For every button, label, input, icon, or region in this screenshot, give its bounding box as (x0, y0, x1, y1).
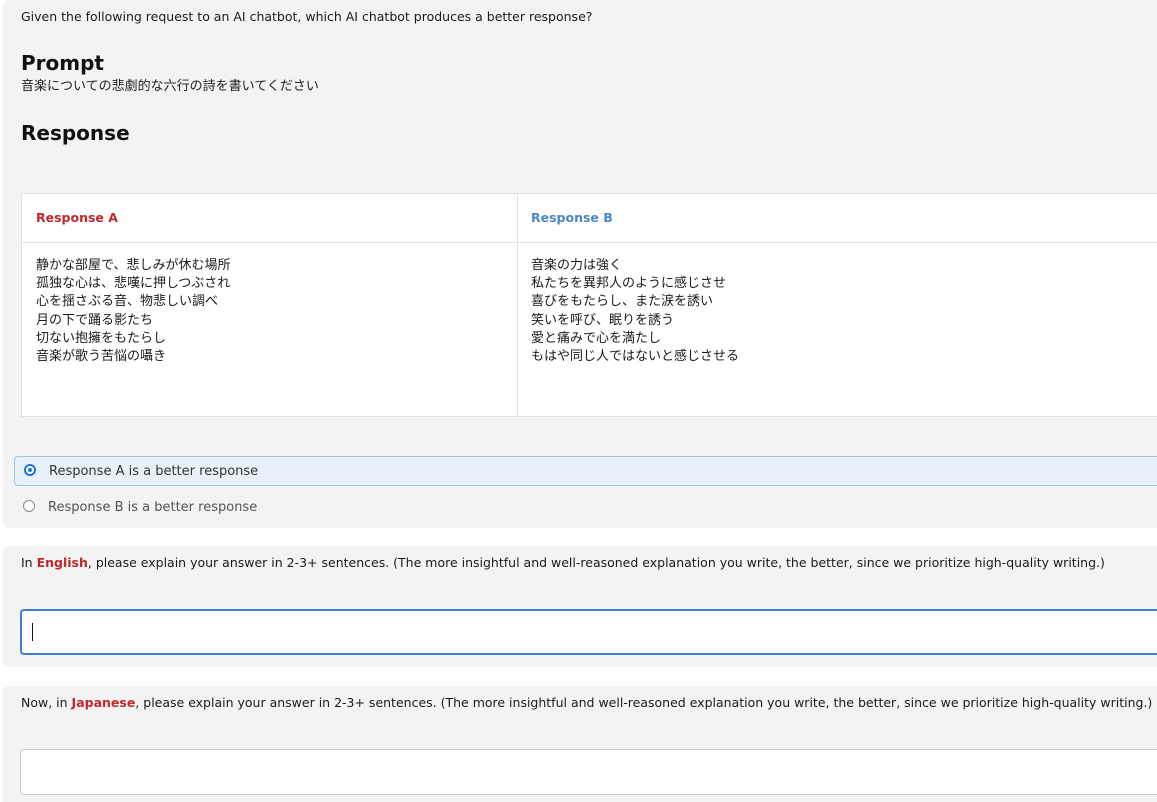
instruction-suffix: , please explain your answer in 2-3+ sen… (87, 555, 1105, 570)
response-a-line: 静かな部屋で、悲しみが休む場所 (36, 258, 231, 273)
instruction-prefix: In (21, 555, 37, 570)
response-a-column: Response A 静かな部屋で、悲しみが休む場所 孤独な心は、悲嘆に押しつぶ… (22, 194, 518, 416)
instruction-prefix: Now, in (21, 695, 72, 710)
japanese-explanation-instruction: Now, in Japanese, please explain your an… (21, 695, 1152, 710)
japanese-explanation-input[interactable] (20, 749, 1157, 795)
response-b-line: 愛と痛みで心を満たし (531, 330, 662, 346)
response-comparison-table: Response A 静かな部屋で、悲しみが休む場所 孤独な心は、悲嘆に押しつぶ… (21, 193, 1157, 417)
response-b-line: 私たちを異邦人のように感じさせ (531, 276, 727, 292)
response-a-text: 静かな部屋で、悲しみが休む場所 孤独な心は、悲嘆に押しつぶされ 心を揺さぶる音、… (22, 243, 517, 366)
page: Given the following request to an AI cha… (0, 0, 1157, 802)
radio-unselected-icon[interactable] (23, 500, 35, 512)
response-b-label: Response B (517, 194, 1157, 243)
option-b-label: Response B is a better response (48, 500, 258, 515)
option-response-b-better[interactable]: Response B is a better response (14, 492, 1157, 522)
response-a-line: 心を揺さぶる音、物悲しい調べ (36, 294, 219, 310)
response-b-line: 喜びをもたらし、また涙を誘い (531, 294, 714, 310)
response-b-text: 音楽の力は強く 私たちを異邦人のように感じさせ 喜びをもたらし、また涙を誘い 笑… (517, 243, 1157, 366)
response-heading: Response (21, 121, 130, 145)
response-a-line: 月の下で踊る影たち (36, 312, 154, 328)
response-a-line: 切ない抱擁をもたらし (36, 330, 167, 346)
english-explanation-instruction: In English, please explain your answer i… (21, 555, 1105, 570)
response-a-line: 孤独な心は、悲嘆に押しつぶされ (36, 276, 231, 292)
japanese-explanation-panel: Now, in Japanese, please explain your an… (3, 686, 1157, 802)
instruction-suffix: , please explain your answer in 2-3+ sen… (135, 695, 1153, 710)
response-a-label: Response A (22, 194, 517, 243)
language-highlight: English (36, 555, 88, 570)
english-explanation-panel: In English, please explain your answer i… (3, 546, 1157, 667)
response-b-line: 音楽の力は強く (531, 258, 623, 273)
option-a-label: Response A is a better response (49, 464, 259, 479)
response-a-line: 音楽が歌う苦悩の囁き (36, 349, 167, 365)
radio-selected-icon[interactable] (24, 464, 36, 476)
response-b-column: Response B 音楽の力は強く 私たちを異邦人のように感じさせ 喜びをもた… (517, 194, 1157, 416)
response-b-line: 笑いを呼び、眠りを誘う (531, 312, 675, 328)
prompt-heading: Prompt (21, 51, 104, 75)
prompt-text: 音楽についての悲劇的な六行の詩を書いてください (21, 79, 319, 94)
option-response-a-better[interactable]: Response A is a better response (14, 456, 1157, 486)
english-explanation-input[interactable] (20, 609, 1157, 655)
language-highlight: Japanese (71, 695, 136, 710)
text-caret (32, 623, 33, 641)
response-b-line: もはや同じ人ではないと感じさせる (531, 349, 740, 365)
task-instruction: Given the following request to an AI cha… (21, 9, 593, 24)
comparison-panel: Given the following request to an AI cha… (3, 0, 1157, 528)
